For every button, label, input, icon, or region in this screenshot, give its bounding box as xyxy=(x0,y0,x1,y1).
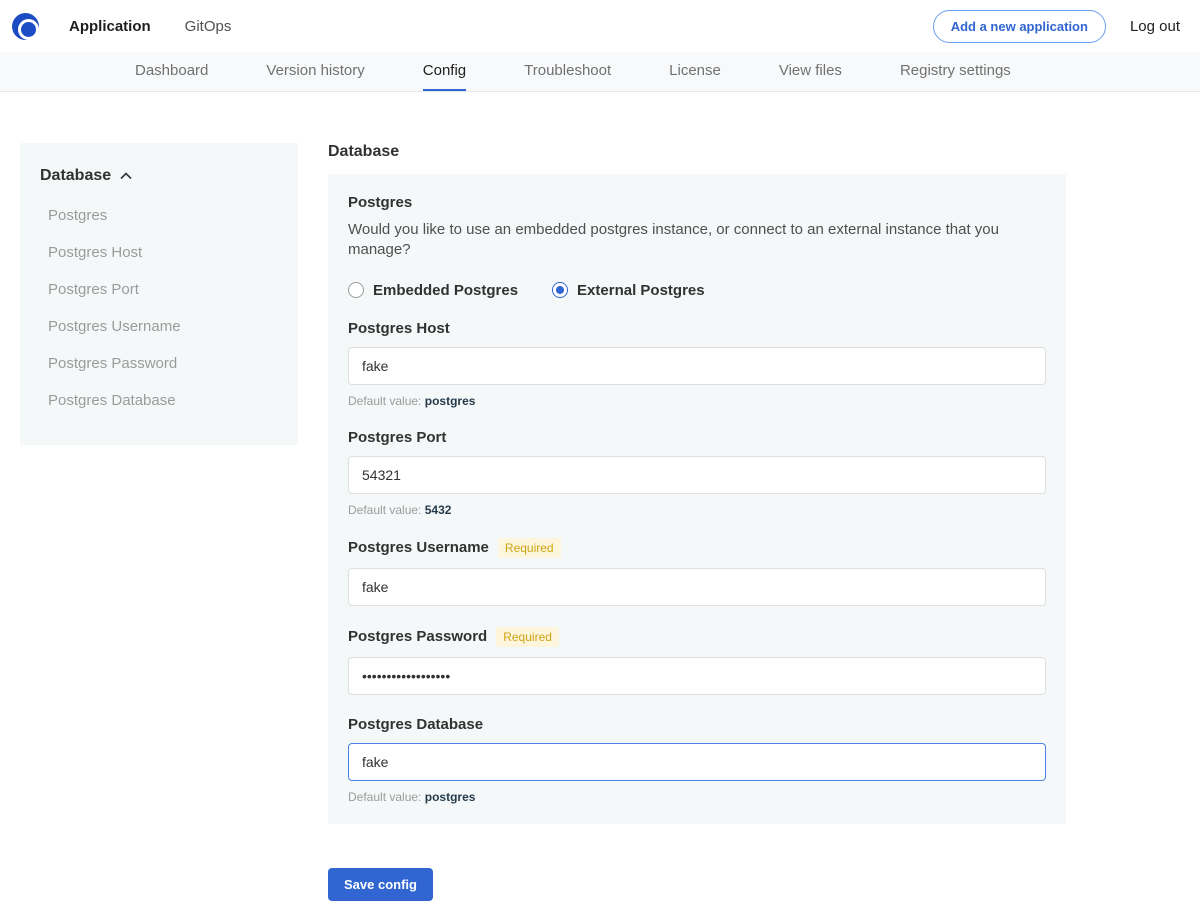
subnav-item-troubleshoot[interactable]: Troubleshoot xyxy=(524,52,611,91)
field-label-postgres-password: Postgres Password Required xyxy=(348,627,1046,647)
subnav-item-view-files[interactable]: View files xyxy=(779,52,842,91)
field-label-text: Postgres Username xyxy=(348,539,489,556)
field-label-text: Postgres Password xyxy=(348,628,487,645)
field-label-postgres-port: Postgres Port xyxy=(348,429,1046,446)
field-label-text: Postgres Host xyxy=(348,320,450,337)
sidebar-item-postgres-database[interactable]: Postgres Database xyxy=(20,392,298,409)
default-value-label: Default value: xyxy=(348,394,421,408)
radio-label: Embedded Postgres xyxy=(373,282,518,299)
logout-button[interactable]: Log out xyxy=(1130,18,1180,35)
sidebar-group-label: Database xyxy=(40,167,111,185)
default-value-text: postgres xyxy=(425,394,476,408)
sidebar-item-postgres[interactable]: Postgres xyxy=(20,207,298,224)
field-label-postgres-username: Postgres Username Required xyxy=(348,538,1046,558)
subnav-item-registry-settings[interactable]: Registry settings xyxy=(900,52,1011,91)
default-value-note: Default value: 5432 xyxy=(348,503,1046,517)
app-logo-icon xyxy=(12,13,39,40)
radio-external-postgres[interactable]: External Postgres xyxy=(552,282,705,299)
field-label-postgres-database: Postgres Database xyxy=(348,716,1046,733)
subnav-item-config[interactable]: Config xyxy=(423,52,466,91)
top-tab-application[interactable]: Application xyxy=(69,12,151,41)
required-badge: Required xyxy=(496,627,559,647)
radio-embedded-postgres[interactable]: Embedded Postgres xyxy=(348,282,518,299)
top-tab-gitops[interactable]: GitOps xyxy=(185,12,232,41)
default-value-note: Default value: postgres xyxy=(348,790,1046,804)
top-bar: Application GitOps Add a new application… xyxy=(0,0,1200,52)
required-badge: Required xyxy=(498,538,561,558)
default-value-text: 5432 xyxy=(425,503,452,517)
postgres-type-radio-group: Embedded Postgres External Postgres xyxy=(348,282,1046,299)
subnav-item-dashboard[interactable]: Dashboard xyxy=(135,52,208,91)
config-group-panel: Postgres Would you like to use an embedd… xyxy=(328,174,1066,824)
field-label-text: Postgres Port xyxy=(348,429,446,446)
subnav-item-version-history[interactable]: Version history xyxy=(266,52,364,91)
postgres-password-input[interactable] xyxy=(348,657,1046,695)
group-label: Postgres xyxy=(348,194,1046,211)
default-value-note: Default value: postgres xyxy=(348,394,1046,408)
default-value-text: postgres xyxy=(425,790,476,804)
postgres-username-input[interactable] xyxy=(348,568,1046,606)
app-subnav: Dashboard Version history Config Trouble… xyxy=(0,52,1200,92)
postgres-database-input[interactable] xyxy=(348,743,1046,781)
default-value-label: Default value: xyxy=(348,790,421,804)
field-label-text: Postgres Database xyxy=(348,716,483,733)
section-title: Database xyxy=(328,143,1066,161)
config-sidebar: Database Postgres Postgres Host Postgres… xyxy=(20,143,298,445)
group-help-text: Would you like to use an embedded postgr… xyxy=(348,220,1046,261)
sidebar-item-postgres-password[interactable]: Postgres Password xyxy=(20,355,298,372)
radio-circle-icon xyxy=(348,282,364,298)
field-label-postgres-host: Postgres Host xyxy=(348,320,1046,337)
add-new-application-button[interactable]: Add a new application xyxy=(933,10,1106,43)
sidebar-item-postgres-port[interactable]: Postgres Port xyxy=(20,281,298,298)
content-area: Database Postgres Postgres Host Postgres… xyxy=(0,92,1200,901)
radio-circle-icon xyxy=(552,282,568,298)
radio-label: External Postgres xyxy=(577,282,705,299)
postgres-port-input[interactable] xyxy=(348,456,1046,494)
subnav-item-license[interactable]: License xyxy=(669,52,721,91)
postgres-host-input[interactable] xyxy=(348,347,1046,385)
sidebar-item-postgres-host[interactable]: Postgres Host xyxy=(20,244,298,261)
save-config-button[interactable]: Save config xyxy=(328,868,433,901)
sidebar-item-postgres-username[interactable]: Postgres Username xyxy=(20,318,298,335)
default-value-label: Default value: xyxy=(348,503,421,517)
top-nav: Application GitOps xyxy=(69,12,231,41)
chevron-up-icon xyxy=(120,167,132,185)
config-main: Database Postgres Would you like to use … xyxy=(328,143,1066,901)
sidebar-group-database[interactable]: Database xyxy=(20,167,298,185)
